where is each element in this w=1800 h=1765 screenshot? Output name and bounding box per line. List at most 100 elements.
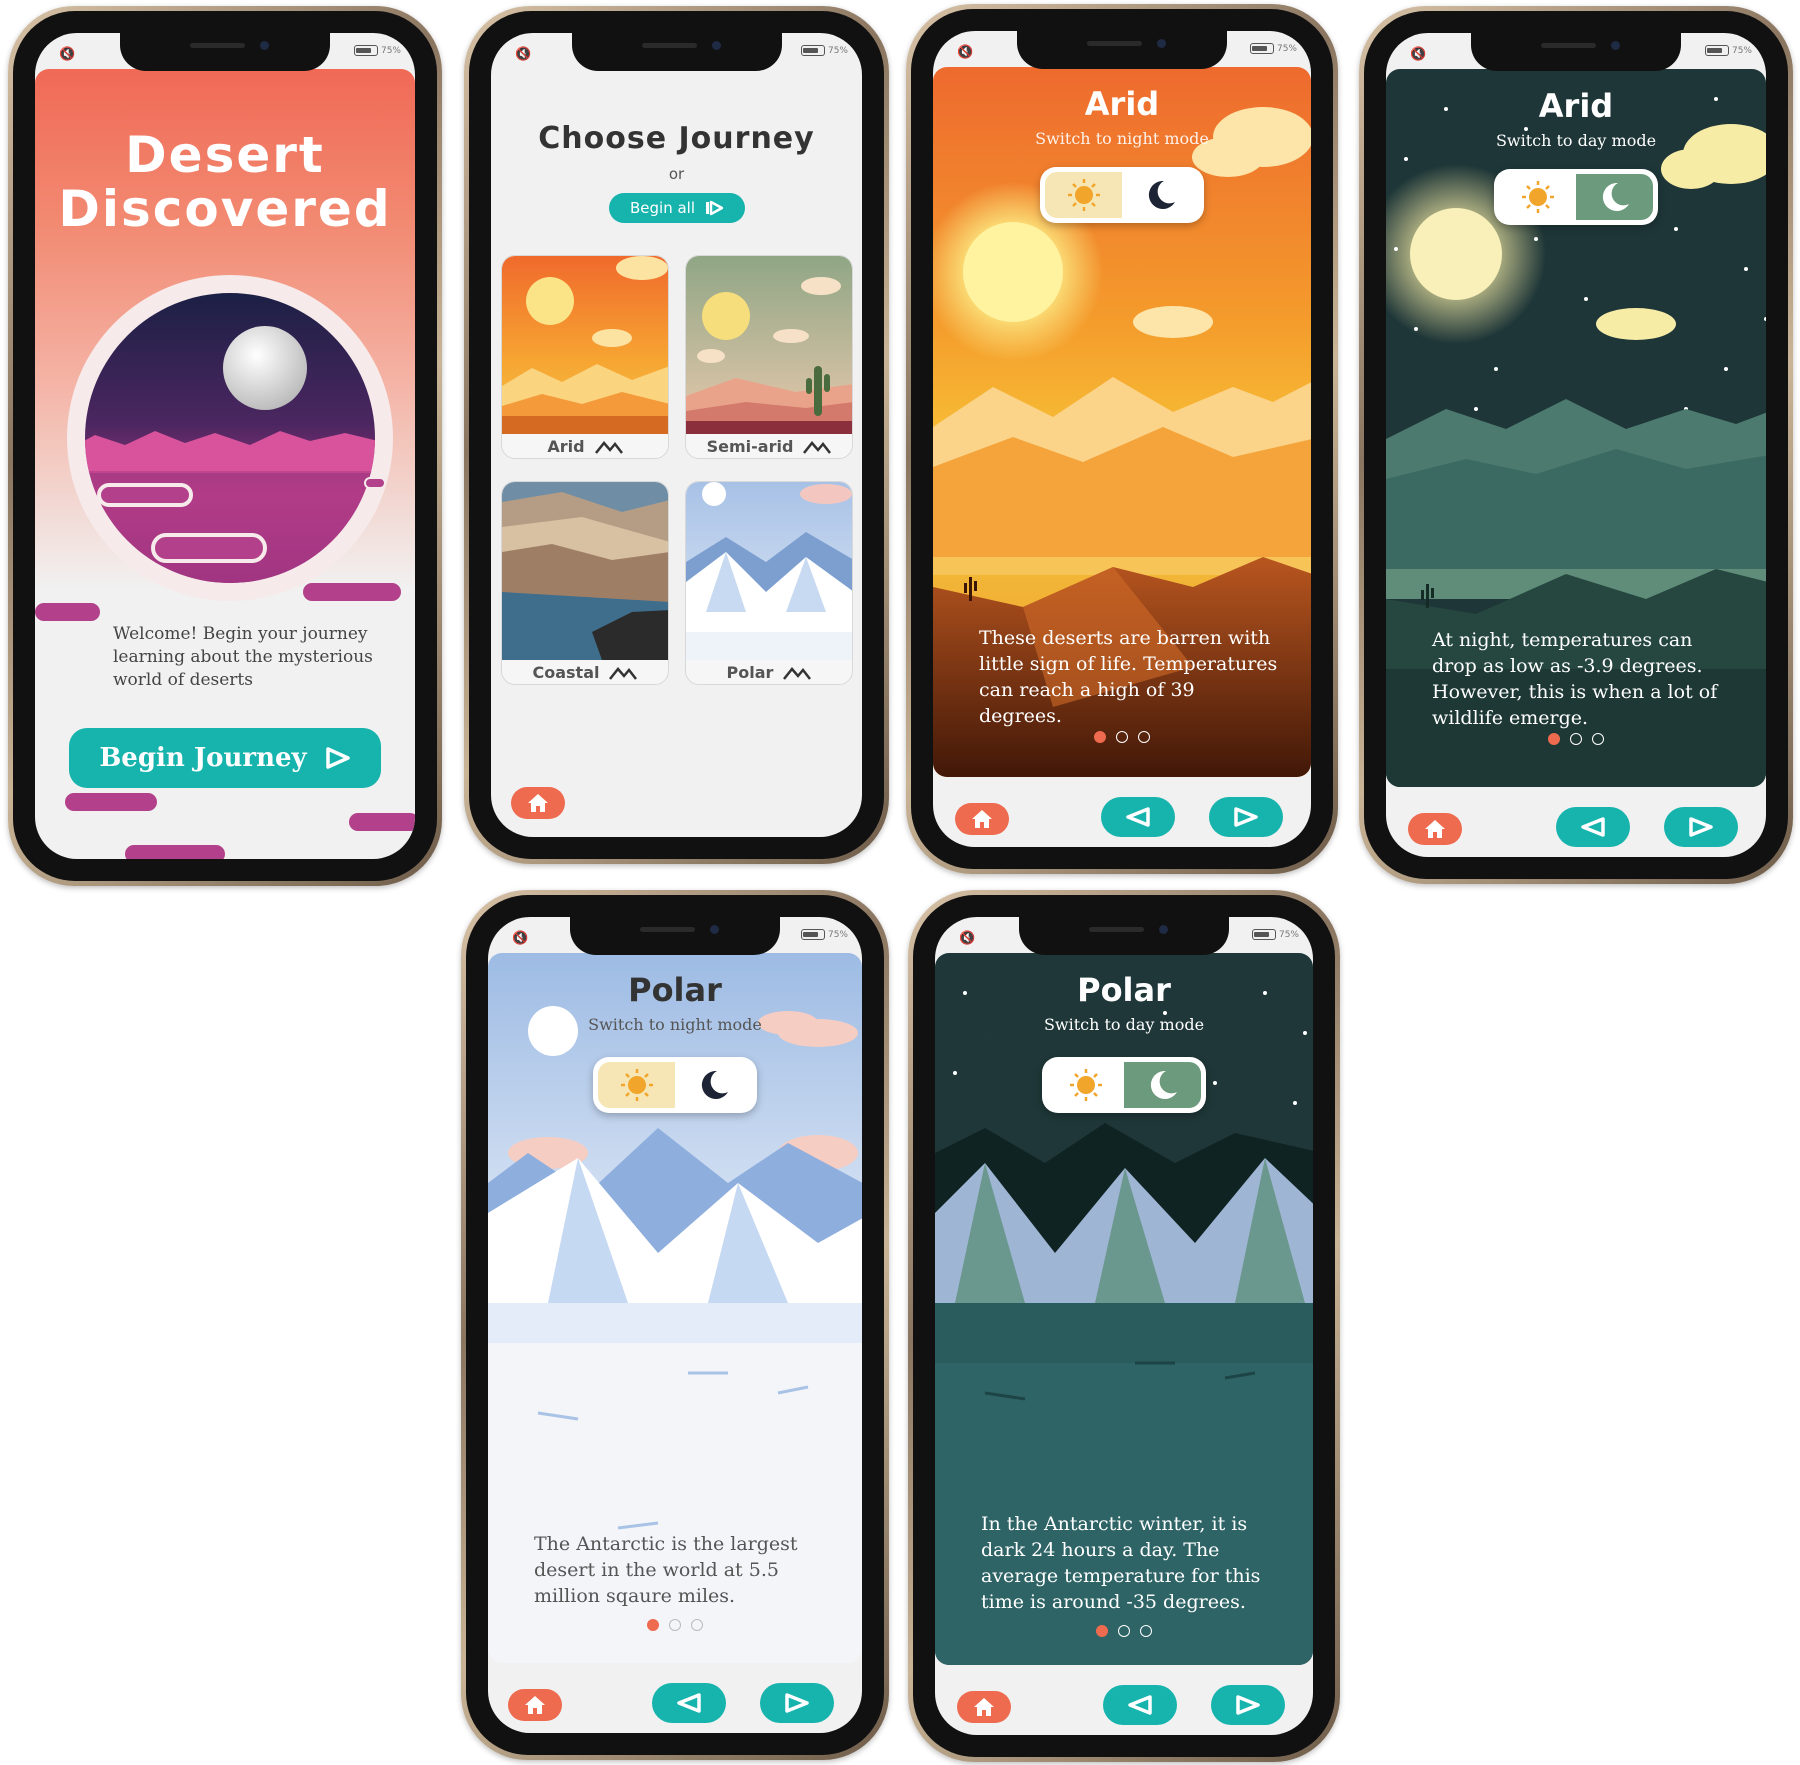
- battery-icon: [800, 929, 825, 940]
- night-option[interactable]: [1124, 1062, 1201, 1108]
- home-button[interactable]: [955, 803, 1009, 835]
- arrow-right-icon: [1689, 817, 1713, 837]
- page-dot[interactable]: [1118, 1625, 1130, 1637]
- begin-journey-button[interactable]: Begin Journey: [69, 728, 381, 788]
- arid-night-scene: Arid Switch to day mode At night, temper…: [1386, 69, 1766, 787]
- desert-night-illustration: [67, 275, 393, 601]
- page-dot[interactable]: [669, 1619, 681, 1631]
- phone-bezel: 🔇 75%: [913, 895, 1335, 1757]
- page-dot[interactable]: [691, 1619, 703, 1631]
- day-option[interactable]: [598, 1062, 675, 1108]
- mode-switch-hint: Switch to day mode: [1495, 131, 1657, 150]
- mountain-icon: [609, 666, 638, 680]
- next-button[interactable]: [1209, 797, 1283, 837]
- phone-arid-night: 🔇 75% Arid Switch to day mode At night, …: [1359, 6, 1793, 884]
- journey-card-arid[interactable]: Arid: [501, 255, 669, 459]
- polar-thumbnail: [686, 482, 852, 660]
- page-dot-active[interactable]: [647, 1619, 659, 1631]
- info-text: At night, temperatures can drop as low a…: [1432, 629, 1718, 729]
- moon-icon: [1602, 182, 1629, 211]
- polar-night-scene: Polar Switch to day mode In the Antarcti…: [935, 953, 1313, 1665]
- footer: [1386, 787, 1766, 857]
- page-dot[interactable]: [1570, 733, 1582, 745]
- home-button[interactable]: [957, 1691, 1011, 1723]
- app-title-line2: Discovered: [58, 180, 392, 238]
- info-text: In the Antarctic winter, it is dark 24 h…: [981, 1513, 1261, 1613]
- begin-all-button[interactable]: Begin all: [608, 193, 745, 223]
- battery-icon: [353, 45, 378, 56]
- arrow-left-icon: [1128, 1695, 1152, 1715]
- arrow-right-icon: [1236, 1695, 1260, 1715]
- decor-pill: [125, 845, 225, 859]
- day-night-toggle[interactable]: [1494, 169, 1658, 225]
- decor-pill: [35, 603, 100, 621]
- phone-arid-day: 🔇 75% Arid Switch to night mode These de…: [906, 4, 1338, 874]
- app-title: Desert Discovered: [35, 128, 415, 236]
- sun-icon: [1521, 181, 1554, 213]
- sun-icon: [1067, 179, 1100, 211]
- footer: [491, 767, 862, 837]
- journey-card-semi-arid[interactable]: Semi-arid: [685, 255, 853, 459]
- arrow-left-icon: [1126, 807, 1150, 827]
- next-button[interactable]: [760, 1683, 834, 1723]
- arrow-left-icon: [1581, 817, 1605, 837]
- day-night-toggle[interactable]: [1042, 1057, 1206, 1113]
- battery-indicator: 75%: [1249, 43, 1297, 54]
- day-option[interactable]: [1047, 1062, 1124, 1108]
- page-dot-active[interactable]: [1094, 731, 1106, 743]
- info-text: These deserts are barren with little sig…: [979, 627, 1278, 727]
- previous-button[interactable]: [1103, 1685, 1177, 1725]
- page-dot[interactable]: [1140, 1625, 1152, 1637]
- moon-icon: [1148, 180, 1175, 209]
- home-button[interactable]: [1408, 813, 1462, 845]
- page-dot-active[interactable]: [1096, 1625, 1108, 1637]
- next-button[interactable]: [1211, 1685, 1285, 1725]
- day-option[interactable]: [1499, 174, 1576, 220]
- journey-card-polar[interactable]: Polar: [685, 481, 853, 685]
- polar-night-screen: 🔇 75% Polar Switch to day mode In the An…: [935, 917, 1313, 1735]
- moon-icon: [1150, 1070, 1177, 1099]
- day-night-toggle[interactable]: [593, 1057, 757, 1113]
- battery-indicator: 75%: [800, 45, 848, 56]
- battery-icon: [1704, 45, 1729, 56]
- home-icon: [525, 1696, 545, 1714]
- moon-icon: [701, 1070, 728, 1099]
- night-option[interactable]: [675, 1062, 752, 1108]
- footer: [933, 777, 1311, 847]
- page-dot[interactable]: [1116, 731, 1128, 743]
- previous-button[interactable]: [652, 1683, 726, 1723]
- home-button[interactable]: [508, 1689, 562, 1721]
- phone-bezel: 🔇 75%: [911, 9, 1333, 869]
- mute-icon: 🔇: [515, 47, 532, 62]
- page-title: Choose Journey: [538, 121, 815, 156]
- home-icon: [972, 810, 992, 828]
- notch: [570, 917, 780, 955]
- night-option[interactable]: [1576, 174, 1653, 220]
- decor-pill: [349, 813, 415, 831]
- card-label: Semi-arid: [686, 437, 852, 456]
- page-title: Arid: [1084, 85, 1160, 123]
- phone-welcome: 🔇 75% Desert Discovered Welcome! Begin y…: [8, 6, 442, 886]
- choose-screen: 🔇 75% Choose Journey or Begin all Arid S…: [491, 33, 862, 837]
- previous-button[interactable]: [1101, 797, 1175, 837]
- sun-icon: [1069, 1069, 1102, 1101]
- battery-level: 75%: [827, 929, 848, 940]
- page-dot[interactable]: [1138, 731, 1150, 743]
- polar-day-screen: 🔇 75% Polar Switch to night mode The Ant…: [488, 917, 862, 1733]
- day-option[interactable]: [1045, 172, 1122, 218]
- home-button[interactable]: [511, 787, 565, 819]
- begin-all-label: Begin all: [629, 199, 695, 217]
- info-text: The Antarctic is the largest desert in t…: [534, 1533, 798, 1607]
- day-night-toggle[interactable]: [1040, 167, 1204, 223]
- previous-button[interactable]: [1556, 807, 1630, 847]
- page-dot-active[interactable]: [1548, 733, 1560, 745]
- app-title-line1: Desert: [125, 126, 325, 184]
- journey-card-coastal[interactable]: Coastal: [501, 481, 669, 685]
- phone-bezel: 🔇 75%: [466, 895, 884, 1755]
- next-button[interactable]: [1664, 807, 1738, 847]
- notch: [1017, 31, 1227, 69]
- page-dot[interactable]: [1592, 733, 1604, 745]
- mode-switch-hint: Switch to night mode: [1035, 129, 1209, 148]
- night-option[interactable]: [1122, 172, 1199, 218]
- phone-bezel: 🔇 75% Choose Journey or Begin all Arid S…: [469, 11, 884, 859]
